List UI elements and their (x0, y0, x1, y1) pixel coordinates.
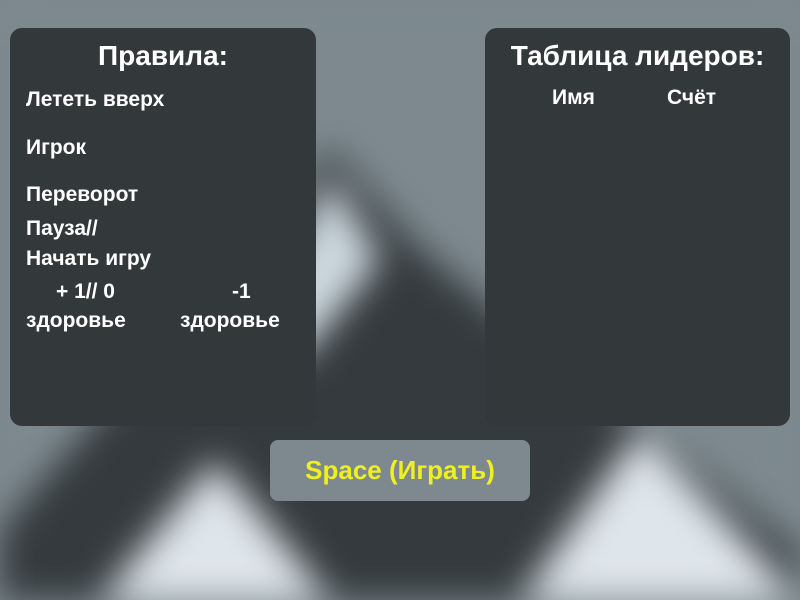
play-button[interactable]: Space (Играть) (270, 440, 530, 501)
leaderboard-panel: Таблица лидеров: Имя Счёт (485, 28, 790, 426)
rule-health-plus-label: здоровье (26, 309, 126, 332)
rule-health-minus-value: -1 (232, 280, 251, 303)
rule-flip: Переворот (26, 183, 139, 206)
rule-fly-up: Лететь вверх (26, 88, 165, 111)
rule-start-game: Начать игру (26, 247, 152, 270)
rules-title: Правила: (98, 40, 228, 71)
rules-panel: Правила: Лететь вверх Игрок Переворот Па… (10, 28, 316, 426)
leaderboard-column-name: Имя (552, 86, 595, 109)
leaderboard-title: Таблица лидеров: (510, 40, 765, 71)
rule-player: Игрок (26, 136, 87, 159)
game-menu-screen: Правила: Лететь вверх Игрок Переворот Па… (0, 0, 800, 600)
rule-pause: Пауза// (26, 217, 98, 240)
rule-health-minus-label: здоровье (180, 309, 280, 332)
rule-health-plus-value: + 1// 0 (56, 280, 115, 303)
leaderboard-column-score: Счёт (667, 86, 717, 109)
